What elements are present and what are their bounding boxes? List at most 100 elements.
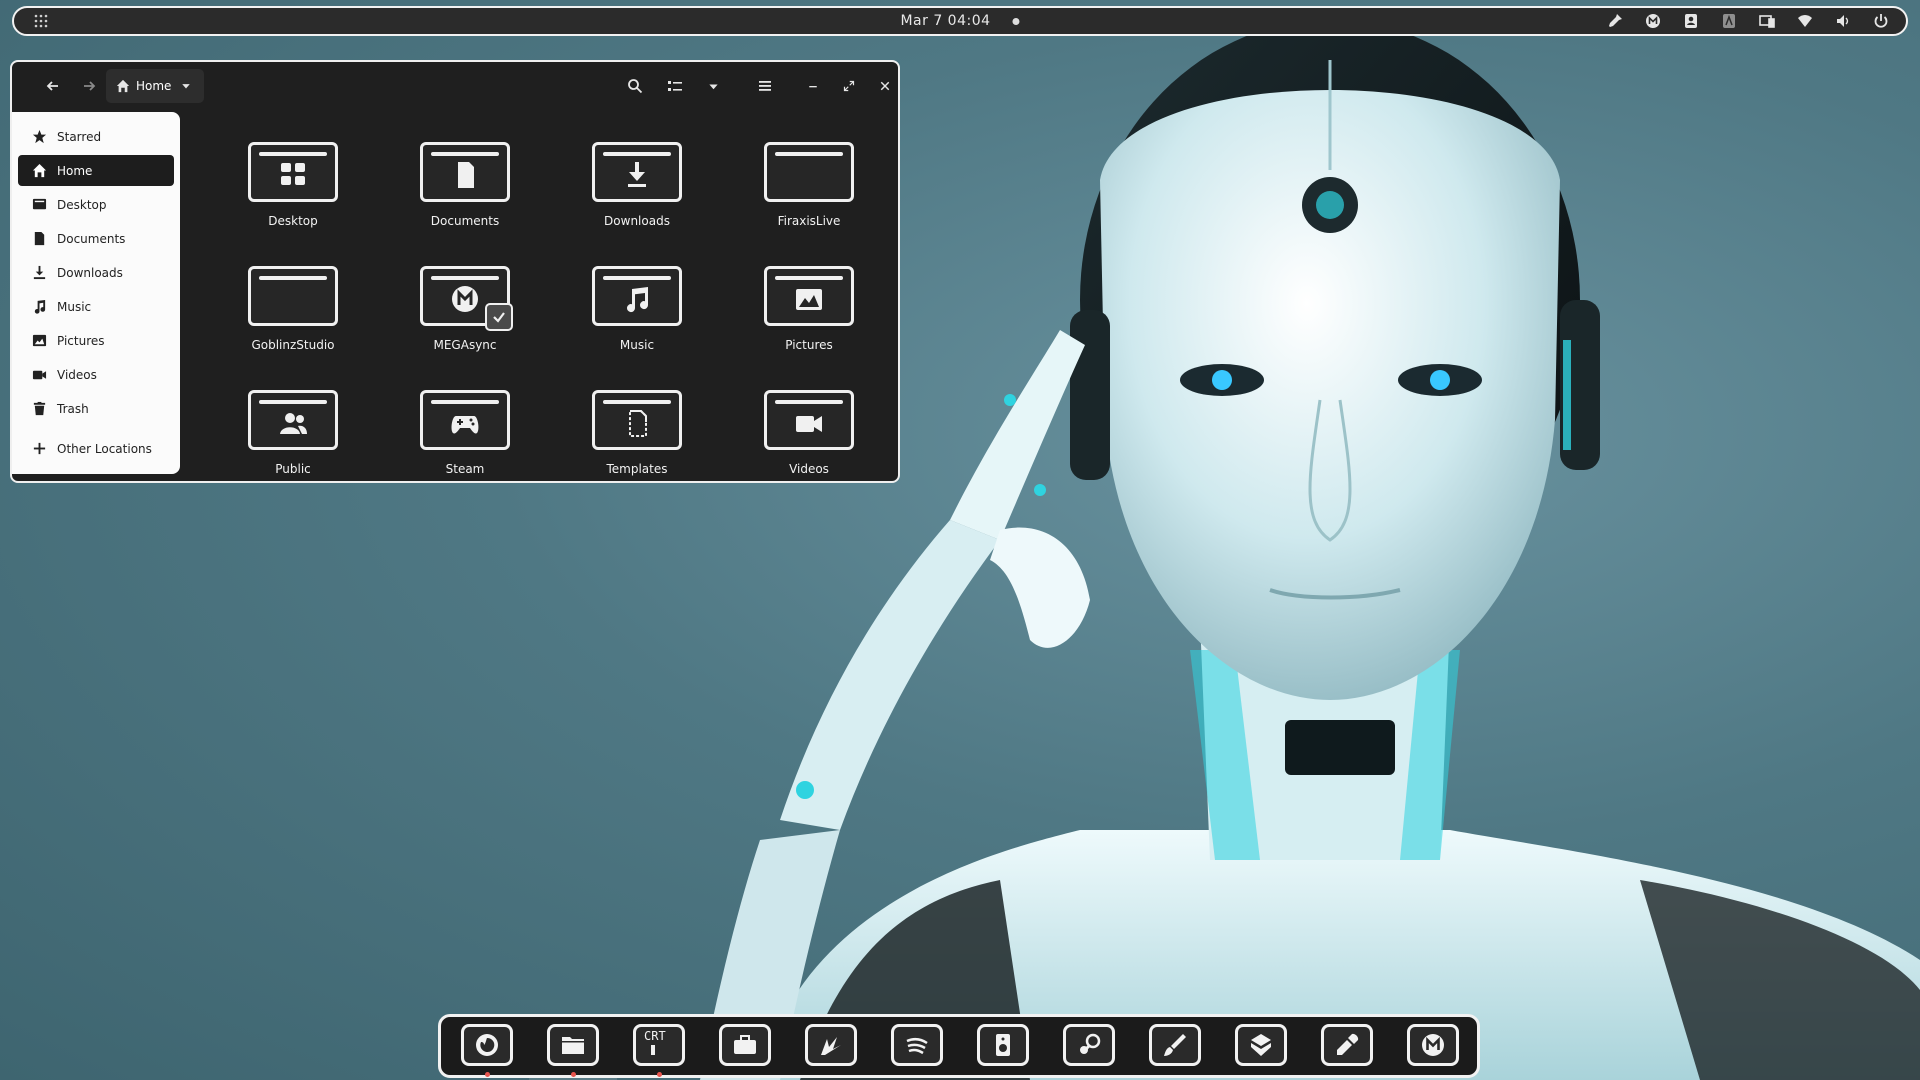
folder-videos[interactable]: Videos <box>723 390 895 481</box>
home-icon <box>32 163 47 178</box>
sidebar-item-label: Documents <box>57 231 126 246</box>
dock-item-steam[interactable] <box>1063 1024 1115 1068</box>
wifi-icon[interactable] <box>1794 10 1816 32</box>
folder-icon <box>764 390 854 450</box>
maximize-icon <box>843 80 855 92</box>
dock-item-inkscape[interactable] <box>805 1024 857 1068</box>
path-bar-home[interactable]: Home <box>106 69 204 103</box>
inkscape-icon <box>821 1037 841 1055</box>
color-picker-icon <box>1337 1033 1359 1055</box>
chevron-down-icon <box>182 84 191 89</box>
mega-icon <box>1422 1034 1444 1056</box>
forward-button[interactable] <box>74 71 104 101</box>
trash-icon <box>33 401 46 416</box>
folder-desktop[interactable]: Desktop <box>207 142 379 266</box>
folder-public[interactable]: Public <box>207 390 379 481</box>
back-button[interactable] <box>38 71 68 101</box>
clock[interactable]: Mar 7 04:04 <box>900 13 1020 29</box>
folder-megasync[interactable]: MEGAsync <box>379 266 551 390</box>
system-tray <box>1604 8 1892 34</box>
folder-icon <box>420 266 513 331</box>
dock-item-software[interactable] <box>1235 1024 1287 1068</box>
checkmark-icon <box>493 312 505 323</box>
document-emblem-icon <box>458 161 474 188</box>
dock-item-speaker[interactable] <box>977 1024 1029 1068</box>
sidebar-item-starred[interactable]: Starred <box>18 121 174 152</box>
files-icon <box>562 1037 584 1054</box>
folder-icon <box>248 266 338 326</box>
contacts-icon[interactable] <box>1680 10 1702 32</box>
screen-icon[interactable] <box>1756 10 1778 32</box>
dock-item-color-picker[interactable] <box>1321 1024 1373 1068</box>
sidebar-item-home[interactable]: Home <box>18 155 174 186</box>
mega-icon[interactable] <box>1642 10 1664 32</box>
folder-firaxislive[interactable]: FiraxisLive <box>723 142 895 266</box>
tools-icon[interactable] <box>1604 10 1626 32</box>
list-view-icon <box>668 81 682 91</box>
main-menu-button[interactable] <box>750 71 780 101</box>
minimize-button[interactable] <box>798 71 828 101</box>
folder-icon <box>248 390 338 450</box>
dock-item-mega[interactable] <box>1407 1024 1459 1068</box>
folder-label: Documents <box>430 214 500 228</box>
steam-icon <box>1080 1033 1101 1054</box>
dock-item-spotify[interactable] <box>891 1024 943 1068</box>
sidebar-item-videos[interactable]: Videos <box>18 359 174 390</box>
folder-icon <box>420 390 510 450</box>
firefox-icon <box>476 1034 498 1056</box>
places-sidebar: Starred Home Desktop Documents Downloads… <box>12 112 180 474</box>
folder-pictures[interactable]: Pictures <box>723 266 895 390</box>
dock-item-briefcase[interactable] <box>719 1024 771 1068</box>
picture-emblem-icon <box>796 288 822 310</box>
dock-item-firefox[interactable] <box>461 1024 513 1077</box>
close-icon <box>880 81 890 91</box>
folder-downloads[interactable]: Downloads <box>551 142 723 266</box>
folder-icon <box>420 142 510 202</box>
maximize-button[interactable] <box>834 71 864 101</box>
sidebar-item-downloads[interactable]: Downloads <box>18 257 174 288</box>
dock-item-brush[interactable] <box>1149 1024 1201 1068</box>
document-icon <box>34 231 45 246</box>
video-icon <box>32 370 47 380</box>
search-button[interactable] <box>620 71 650 101</box>
folder-templates[interactable]: Templates <box>551 390 723 481</box>
keyboard-icon[interactable] <box>1718 10 1740 32</box>
view-options-button[interactable] <box>698 71 728 101</box>
speaker-icon <box>996 1034 1010 1056</box>
sidebar-item-desktop[interactable]: Desktop <box>18 189 174 220</box>
view-list-button[interactable] <box>660 71 690 101</box>
sidebar-item-documents[interactable]: Documents <box>18 223 174 254</box>
folder-goblinzstudio[interactable]: GoblinzStudio <box>207 266 379 390</box>
gamepad-emblem-icon <box>451 415 479 434</box>
spotify-icon <box>906 1038 928 1055</box>
sidebar-item-label: Music <box>57 299 92 314</box>
desktop-icon <box>32 198 47 210</box>
video-emblem-icon <box>796 415 822 432</box>
search-icon <box>628 79 643 94</box>
star-icon <box>32 129 47 144</box>
template-emblem-icon <box>629 409 647 437</box>
sidebar-item-music[interactable]: Music <box>18 291 174 322</box>
close-button[interactable] <box>870 71 898 101</box>
sidebar-item-other-locations[interactable]: Other Locations <box>18 433 174 464</box>
chevron-down-icon <box>708 83 718 89</box>
power-icon[interactable] <box>1870 10 1892 32</box>
sidebar-item-pictures[interactable]: Pictures <box>18 325 174 356</box>
sidebar-item-trash[interactable]: Trash <box>18 393 174 424</box>
folder-label: Downloads <box>604 214 670 228</box>
folder-label: Templates <box>606 462 668 476</box>
arrow-right-icon <box>84 81 96 91</box>
folder-label: Desktop <box>268 214 318 228</box>
folder-music[interactable]: Music <box>551 266 723 390</box>
folder-icon <box>764 142 854 202</box>
folder-label: Steam <box>445 462 485 476</box>
dock-item-terminal[interactable]: CRT <box>633 1024 685 1077</box>
folder-steam[interactable]: Steam <box>379 390 551 481</box>
running-indicator <box>657 1072 662 1077</box>
folder-documents[interactable]: Documents <box>379 142 551 266</box>
app-grid-icon[interactable] <box>28 10 54 32</box>
folder-label: Music <box>619 338 655 352</box>
dock-item-files[interactable] <box>529 1015 617 1080</box>
volume-icon[interactable] <box>1832 10 1854 32</box>
clock-text: Mar 7 04:04 <box>900 13 991 29</box>
